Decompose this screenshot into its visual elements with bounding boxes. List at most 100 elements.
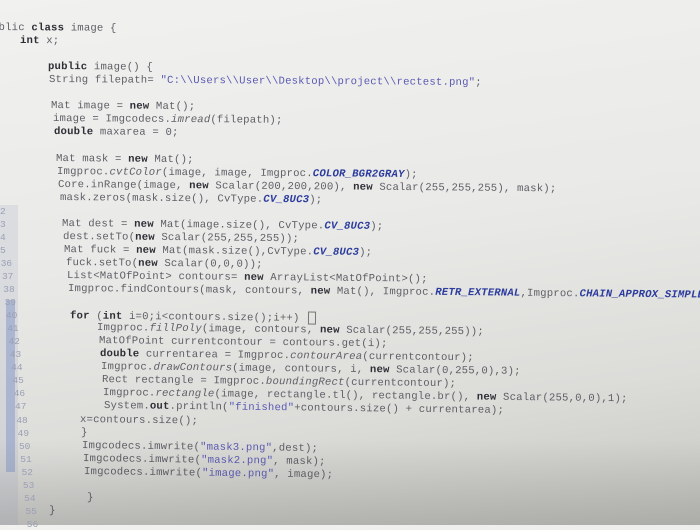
static-method: drawContours (153, 361, 233, 375)
code-line[interactable]: dest.setTo(new Scalar(255,255,255)); (63, 231, 299, 245)
keyword: new (130, 100, 150, 114)
code-punctuation: , (247, 167, 261, 180)
line-number: 54 (24, 492, 36, 504)
identifier: List (66, 269, 93, 283)
code-line[interactable]: Mat image = new Mat(); (51, 100, 195, 113)
code-punctuation: { (103, 22, 118, 35)
code-punctuation: (); (253, 312, 274, 325)
identifier: Mat (56, 152, 76, 165)
code-punctuation: = (108, 152, 129, 166)
code-line[interactable]: public image() { (48, 61, 153, 74)
code-punctuation (164, 336, 171, 348)
keyword: new (369, 364, 390, 377)
identifier: rectangle (372, 390, 432, 404)
code-line[interactable]: x=contours.size(); (80, 414, 198, 427)
identifier: MatOfPoint (99, 270, 166, 283)
constant: CHAIN_APPROX_SIMPLE (579, 288, 700, 302)
code-punctuation: ( (131, 257, 138, 270)
code-punctuation: (); (174, 153, 194, 166)
code-punctuation: > (164, 270, 179, 284)
identifier: Mat (61, 217, 82, 230)
identifier: mask (517, 182, 544, 195)
code-punctuation: ; (52, 35, 59, 48)
code-punctuation: = (230, 271, 244, 284)
static-method: rectangle (155, 388, 215, 401)
identifier: Mat (156, 101, 177, 114)
code-line[interactable]: Imgcodecs.imwrite("mask3.png",dest); (82, 440, 318, 455)
identifier: setTo (98, 257, 132, 270)
code-editor[interactable]: ublic class image {int x; public image() … (0, 0, 700, 530)
identifier: imwrite (147, 440, 194, 454)
code-line[interactable]: Imgproc.cvtColor(image, image, Imgproc.C… (57, 166, 418, 181)
code-line[interactable]: Mat mask = new Mat(); (56, 153, 194, 166)
code-punctuation: . (91, 257, 99, 270)
code-punctuation: ); (543, 182, 557, 195)
line-number: 48 (16, 414, 28, 426)
code-punctuation: , (176, 179, 190, 192)
code-punctuation: , (231, 284, 245, 297)
keyword: double (53, 126, 94, 139)
code-line[interactable]: double maxarea = 0; (54, 126, 179, 139)
code-line[interactable]: mask.zeros(mask.size(), CvType.CV_8UC3); (60, 192, 322, 206)
code-punctuation: (); (177, 414, 198, 427)
identifier: size (151, 414, 179, 427)
identifier: Imgproc (103, 387, 150, 400)
code-punctuation: . (334, 337, 342, 350)
code-punctuation: < (328, 272, 336, 285)
identifier: CvType (278, 219, 318, 233)
identifier: mask (82, 152, 109, 165)
code-punctuation: = (262, 337, 283, 350)
code-line[interactable]: fuck.setTo(new Scalar(0,0,0)); (65, 257, 262, 271)
identifier: image (77, 100, 111, 113)
code-line[interactable]: } (87, 492, 94, 504)
code-punctuation: ); (308, 193, 323, 206)
code-punctuation: (255,255,255)); (200, 232, 300, 246)
code-line[interactable]: Imgcodecs.imwrite("image.png", image); (84, 466, 333, 481)
line-number: 37 (1, 270, 14, 282)
code-line[interactable]: image = Imgcodecs.imread(filepath); (53, 113, 283, 127)
identifier: MatOfPoint (335, 272, 402, 286)
code-punctuation: ); (404, 168, 419, 181)
line-number: 50 (18, 440, 31, 452)
code-line[interactable]: } (49, 505, 56, 517)
identifier: image (287, 468, 321, 481)
identifier: tl (332, 390, 346, 403)
identifier: String (49, 74, 89, 87)
line-number: 36 (0, 257, 13, 269)
code-line[interactable]: String filepath= "C:\\Users\\User\\Deskt… (49, 74, 482, 89)
code-punctuation: ); (320, 468, 334, 481)
code-punctuation: = (116, 244, 137, 257)
code-line[interactable]: Imgproc. findContours(mask, contours, new… (68, 283, 700, 302)
identifier: imwrite (149, 466, 196, 480)
identifier: CvType (267, 245, 308, 259)
code-punctuation: , (356, 364, 370, 377)
code-line[interactable]: } (81, 427, 88, 439)
keyword: for (70, 310, 90, 323)
code-line[interactable]: ublic class image { (0, 22, 117, 35)
identifier: Imgproc (526, 287, 573, 301)
identifier: image (221, 388, 255, 402)
identifier: image (71, 22, 104, 35)
code-punctuation: (), (247, 245, 268, 258)
identifier: Imgcodecs (84, 465, 144, 479)
keyword: new (476, 391, 497, 405)
line-number: 39 (4, 297, 16, 309)
code-line[interactable]: int x; (19, 35, 58, 47)
code-punctuation: , (241, 323, 255, 336)
identifier: Imgproc (97, 322, 144, 335)
identifier: contours (284, 363, 338, 377)
identifier: Scalar (346, 324, 387, 338)
code-punctuation: (), (345, 390, 373, 403)
identifier: mask (188, 245, 216, 258)
keyword: new (320, 324, 341, 337)
identifier: contours (282, 337, 335, 350)
static-method: fillPoly (149, 322, 203, 336)
code-punctuation: . (164, 114, 171, 127)
code-punctuation: ( (361, 351, 369, 364)
code-punctuation: (), (450, 391, 478, 404)
code-punctuation: ); (460, 352, 474, 365)
identifier: dest (63, 230, 90, 244)
code-punctuation: ( (209, 114, 217, 127)
code-punctuation: (); (175, 101, 196, 114)
identifier: Mat (336, 285, 357, 298)
